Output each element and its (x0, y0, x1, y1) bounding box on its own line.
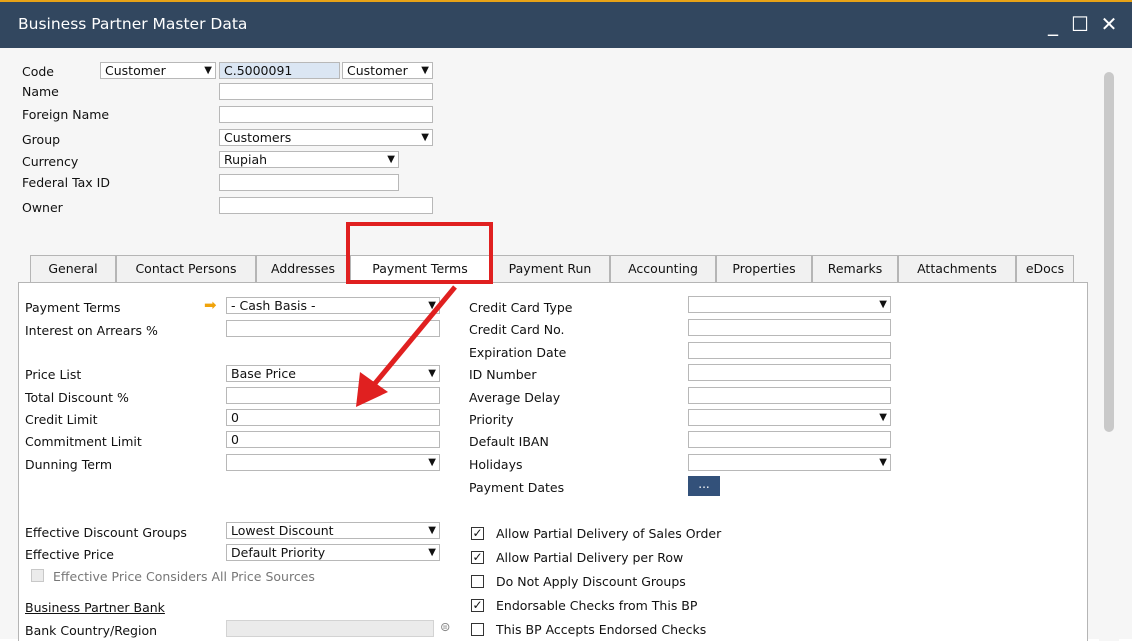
tab-remarks[interactable]: Remarks (812, 255, 898, 282)
bank-country-label: Bank Country/Region (25, 623, 158, 638)
bank-country-lookup-icon[interactable]: ⊜ (440, 619, 450, 634)
payment-terms-label: Payment Terms (25, 300, 121, 315)
id-number-label: ID Number (469, 367, 537, 382)
code-type-select[interactable]: Customer (100, 62, 216, 79)
name-input[interactable] (219, 83, 433, 100)
tab-edocs[interactable]: eDocs (1016, 255, 1074, 282)
expiration-input[interactable] (688, 342, 891, 359)
tab-attachments[interactable]: Attachments (898, 255, 1016, 282)
avg-delay-label: Average Delay (469, 390, 561, 405)
tab-general[interactable]: General (30, 255, 116, 282)
total-discount-label: Total Discount % (25, 390, 129, 405)
currency-select[interactable]: Rupiah (219, 151, 399, 168)
scrollbar-thumb[interactable] (1104, 72, 1114, 432)
expiration-label: Expiration Date (469, 345, 567, 360)
eff-price-all-sources-label: Effective Price Considers All Price Sour… (53, 569, 315, 584)
cc-no-label: Credit Card No. (469, 322, 565, 337)
tab-addresses[interactable]: Addresses (256, 255, 350, 282)
minimize-button[interactable]: _ (1040, 10, 1066, 38)
interest-input[interactable] (226, 320, 440, 337)
code-input[interactable]: C.5000091 (219, 62, 340, 79)
foreign-name-input[interactable] (219, 106, 433, 123)
maximize-button[interactable]: ☐ (1067, 10, 1093, 38)
code-series-select[interactable]: Customer (342, 62, 433, 79)
bp-bank-label: Business Partner Bank (25, 600, 165, 615)
accepts-endorsed-label: This BP Accepts Endorsed Checks (496, 622, 707, 637)
payment-dates-label: Payment Dates (469, 480, 565, 495)
tab-contact-persons[interactable]: Contact Persons (116, 255, 256, 282)
accepts-endorsed-checkbox[interactable] (471, 623, 484, 636)
dunning-term-select[interactable] (226, 454, 440, 471)
allow-partial-sales-order-checkbox[interactable]: ✓ (471, 527, 484, 540)
eff-discount-groups-label: Effective Discount Groups (25, 525, 187, 540)
owner-label: Owner (22, 200, 63, 215)
group-select[interactable]: Customers (219, 129, 433, 146)
avg-delay-input[interactable] (688, 387, 891, 404)
default-iban-input[interactable] (688, 431, 891, 448)
holidays-label: Holidays (469, 457, 523, 472)
title-bar: Business Partner Master Data _ ☐ ✕ (0, 2, 1132, 48)
eff-price-label: Effective Price (25, 547, 115, 562)
tab-accounting[interactable]: Accounting (610, 255, 716, 282)
window-title: Business Partner Master Data (18, 15, 248, 33)
bp-master-data-window: Business Partner Master Data _ ☐ ✕ Code … (0, 0, 1132, 641)
currency-label: Currency (22, 154, 79, 169)
allow-partial-sales-order-label: Allow Partial Delivery of Sales Order (496, 526, 722, 541)
priority-label: Priority (469, 412, 514, 427)
owner-input[interactable] (219, 197, 433, 214)
bank-country-input[interactable] (226, 620, 434, 637)
dunning-term-label: Dunning Term (25, 457, 112, 472)
priority-select[interactable] (688, 409, 891, 426)
federal-tax-label: Federal Tax ID (22, 175, 110, 190)
commitment-limit-input[interactable]: 0 (226, 431, 440, 448)
credit-limit-label: Credit Limit (25, 412, 98, 427)
price-list-select[interactable]: Base Price (226, 365, 440, 382)
endorsable-checks-label: Endorsable Checks from This BP (496, 598, 698, 613)
cc-type-select[interactable] (688, 296, 891, 313)
payment-terms-select[interactable]: - Cash Basis - (226, 297, 440, 314)
allow-partial-per-row-checkbox[interactable]: ✓ (471, 551, 484, 564)
default-iban-label: Default IBAN (469, 434, 549, 449)
link-arrow-icon[interactable]: ➡ (204, 296, 217, 314)
eff-price-all-sources-checkbox (31, 569, 44, 582)
no-discount-groups-checkbox[interactable] (471, 575, 484, 588)
endorsable-checks-checkbox[interactable]: ✓ (471, 599, 484, 612)
cc-type-label: Credit Card Type (469, 300, 573, 315)
no-discount-groups-label: Do Not Apply Discount Groups (496, 574, 686, 589)
cc-no-input[interactable] (688, 319, 891, 336)
group-label: Group (22, 132, 61, 147)
credit-limit-input[interactable]: 0 (226, 409, 440, 426)
close-button[interactable]: ✕ (1096, 10, 1122, 38)
id-number-input[interactable] (688, 364, 891, 381)
highlight-rectangle (346, 222, 493, 284)
code-label: Code (22, 64, 55, 79)
holidays-select[interactable] (688, 454, 891, 471)
allow-partial-per-row-label: Allow Partial Delivery per Row (496, 550, 684, 565)
tab-properties[interactable]: Properties (716, 255, 812, 282)
interest-label: Interest on Arrears % (25, 323, 158, 338)
commitment-limit-label: Commitment Limit (25, 434, 142, 449)
eff-price-select[interactable]: Default Priority (226, 544, 440, 561)
tab-payment-run[interactable]: Payment Run (490, 255, 610, 282)
payment-dates-button[interactable]: ... (688, 476, 720, 496)
foreign-name-label: Foreign Name (22, 107, 110, 122)
eff-discount-groups-select[interactable]: Lowest Discount (226, 522, 440, 539)
federal-tax-input[interactable] (219, 174, 399, 191)
name-label: Name (22, 84, 59, 99)
total-discount-input[interactable] (226, 387, 440, 404)
price-list-label: Price List (25, 367, 82, 382)
